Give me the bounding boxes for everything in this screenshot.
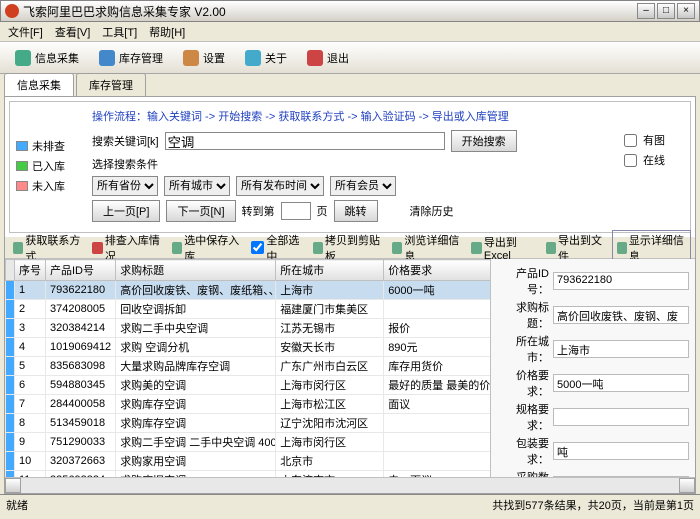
excel-icon: [471, 242, 481, 254]
table-row[interactable]: 2374208005回收空调拆卸福建厦门市集美区: [6, 300, 492, 319]
exit-icon: [307, 50, 323, 66]
tab-collect[interactable]: 信息采集: [4, 73, 74, 96]
h-scrollbar[interactable]: [5, 477, 695, 493]
gear-icon: [183, 50, 199, 66]
tool-exit[interactable]: 退出: [298, 46, 358, 70]
legend-color-1: [16, 141, 28, 151]
tool-stock-label: 库存管理: [119, 50, 163, 66]
d-pack[interactable]: 吨: [553, 442, 689, 460]
table-row[interactable]: 6594880345求购美的空调上海市闵行区最好的质量 最美的价KFR-123G: [6, 376, 492, 395]
collect-icon: [15, 50, 31, 66]
check-icon: [92, 242, 102, 254]
tool-about-label: 关于: [265, 50, 287, 66]
contact-icon: [13, 242, 23, 254]
table-row[interactable]: 41019069412求购 空调分机安徽天长市890元移动空调: [6, 338, 492, 357]
file-icon: [546, 242, 556, 254]
goto-page-input[interactable]: [281, 202, 311, 220]
col-rowhdr: [6, 260, 15, 281]
menu-view[interactable]: 查看[V]: [51, 22, 94, 42]
col-city[interactable]: 所在城市: [276, 260, 384, 281]
page-label: 页: [317, 203, 328, 219]
d-pid-lbl: 产品ID号：: [497, 265, 553, 297]
keyword-input[interactable]: [165, 132, 445, 150]
status-result: 共找到577条结果，共20页，当前是第1页: [492, 497, 694, 513]
has-image-checkbox[interactable]: [624, 134, 637, 147]
copy-icon: [313, 242, 323, 254]
detail-panel: 产品ID号：793622180 求购标题：高价回收废铁、废钢、废 所在城市：上海…: [491, 259, 695, 477]
minimize-button[interactable]: –: [637, 3, 655, 19]
tool-collect-label: 信息采集: [35, 50, 79, 66]
member-select[interactable]: 所有会员: [330, 176, 396, 196]
table-row[interactable]: 9751290033求购二手空调 二手中央空调 40082027上海市闵行区: [6, 433, 492, 452]
save-icon: [172, 242, 182, 254]
selectall-checkbox[interactable]: [251, 241, 264, 254]
col-seq[interactable]: 序号: [15, 260, 46, 281]
menu-tools[interactable]: 工具[T]: [98, 22, 141, 42]
city-select[interactable]: 所有城市: [164, 176, 230, 196]
d-city[interactable]: 上海市: [553, 340, 689, 358]
cond-label: 选择搜索条件: [92, 156, 158, 172]
tool-settings[interactable]: 设置: [174, 46, 234, 70]
col-price[interactable]: 价格要求: [384, 260, 491, 281]
tool-settings-label: 设置: [203, 50, 225, 66]
clear-history[interactable]: 清除历史: [410, 203, 454, 219]
table-row[interactable]: 5835683098大量求购品牌库存空调广东广州市白云区库存用货价1P到3P: [6, 357, 492, 376]
legend-label-3: 未入库: [32, 178, 65, 194]
menu-help[interactable]: 帮助[H]: [145, 22, 189, 42]
info-icon: [245, 50, 261, 66]
tool-collect[interactable]: 信息采集: [6, 46, 88, 70]
result-grid[interactable]: 序号 产品ID号 求购标题 所在城市 价格要求 规格要求 1793622180高…: [5, 259, 491, 477]
online-label: 在线: [643, 152, 665, 168]
d-price[interactable]: 5000一吨: [553, 374, 689, 392]
tool-stock[interactable]: 库存管理: [90, 46, 172, 70]
legend-color-3: [16, 181, 28, 191]
table-row[interactable]: 1793622180高价回收废铁、废钢、废纸箱、、废线材上海市6000一吨: [6, 281, 492, 300]
stock-icon: [99, 50, 115, 66]
detail-icon: [617, 242, 627, 254]
legend-label-2: 已入库: [32, 158, 65, 174]
jump-button[interactable]: 跳转: [334, 200, 378, 222]
legend-label-1: 未排查: [32, 138, 65, 154]
d-title-lbl: 求购标题：: [497, 299, 553, 331]
scroll-left-icon[interactable]: [5, 478, 21, 493]
start-search-button[interactable]: 开始搜索: [451, 130, 517, 152]
tool-exit-label: 退出: [327, 50, 349, 66]
kw-label: 搜索关键词[k]: [92, 133, 159, 149]
tab-stock[interactable]: 库存管理: [76, 73, 146, 96]
browse-icon: [392, 242, 402, 254]
table-row[interactable]: 7284400058求购库存空调上海市松江区面议: [6, 395, 492, 414]
maximize-button[interactable]: □: [657, 3, 675, 19]
tool-about[interactable]: 关于: [236, 46, 296, 70]
window-title: 飞索阿里巴巴求购信息采集专家 V2.00: [23, 3, 637, 20]
close-button[interactable]: ×: [677, 3, 695, 19]
app-icon: [5, 4, 19, 18]
table-row[interactable]: 8513459018求购库存空调辽宁沈阳市沈河区: [6, 414, 492, 433]
menu-file[interactable]: 文件[F]: [4, 22, 47, 42]
d-price-lbl: 价格要求：: [497, 367, 553, 399]
d-pid[interactable]: 793622180: [553, 272, 689, 290]
table-row[interactable]: 3320384214求购二手中央空调江苏无锡市报价不限: [6, 319, 492, 338]
scroll-right-icon[interactable]: [679, 478, 695, 493]
prev-page-button[interactable]: 上一页[P]: [92, 200, 160, 222]
next-page-button[interactable]: 下一页[N]: [166, 200, 235, 222]
legend-color-2: [16, 161, 28, 171]
col-title[interactable]: 求购标题: [116, 260, 276, 281]
flow-hint: 操作流程：输入关键词 -> 开始搜索 -> 获取联系方式 -> 输入验证码 ->…: [92, 108, 616, 124]
has-image-label: 有图: [643, 132, 665, 148]
goto-label: 转到第: [242, 203, 275, 219]
online-checkbox[interactable]: [624, 154, 637, 167]
stb-excel[interactable]: 导出到Excel: [467, 233, 539, 263]
d-city-lbl: 所在城市：: [497, 333, 553, 365]
d-qty-lbl: 采购数量：: [497, 469, 553, 477]
d-title[interactable]: 高价回收废铁、废钢、废: [553, 306, 689, 324]
col-pid[interactable]: 产品ID号: [46, 260, 116, 281]
table-row[interactable]: 10320372663求购家用空调北京市: [6, 452, 492, 471]
status-ready: 就绪: [6, 497, 28, 513]
time-select[interactable]: 所有发布时间: [236, 176, 324, 196]
province-select[interactable]: 所有省份: [92, 176, 158, 196]
d-spec[interactable]: [553, 408, 689, 426]
d-pack-lbl: 包装要求：: [497, 435, 553, 467]
d-spec-lbl: 规格要求：: [497, 401, 553, 433]
